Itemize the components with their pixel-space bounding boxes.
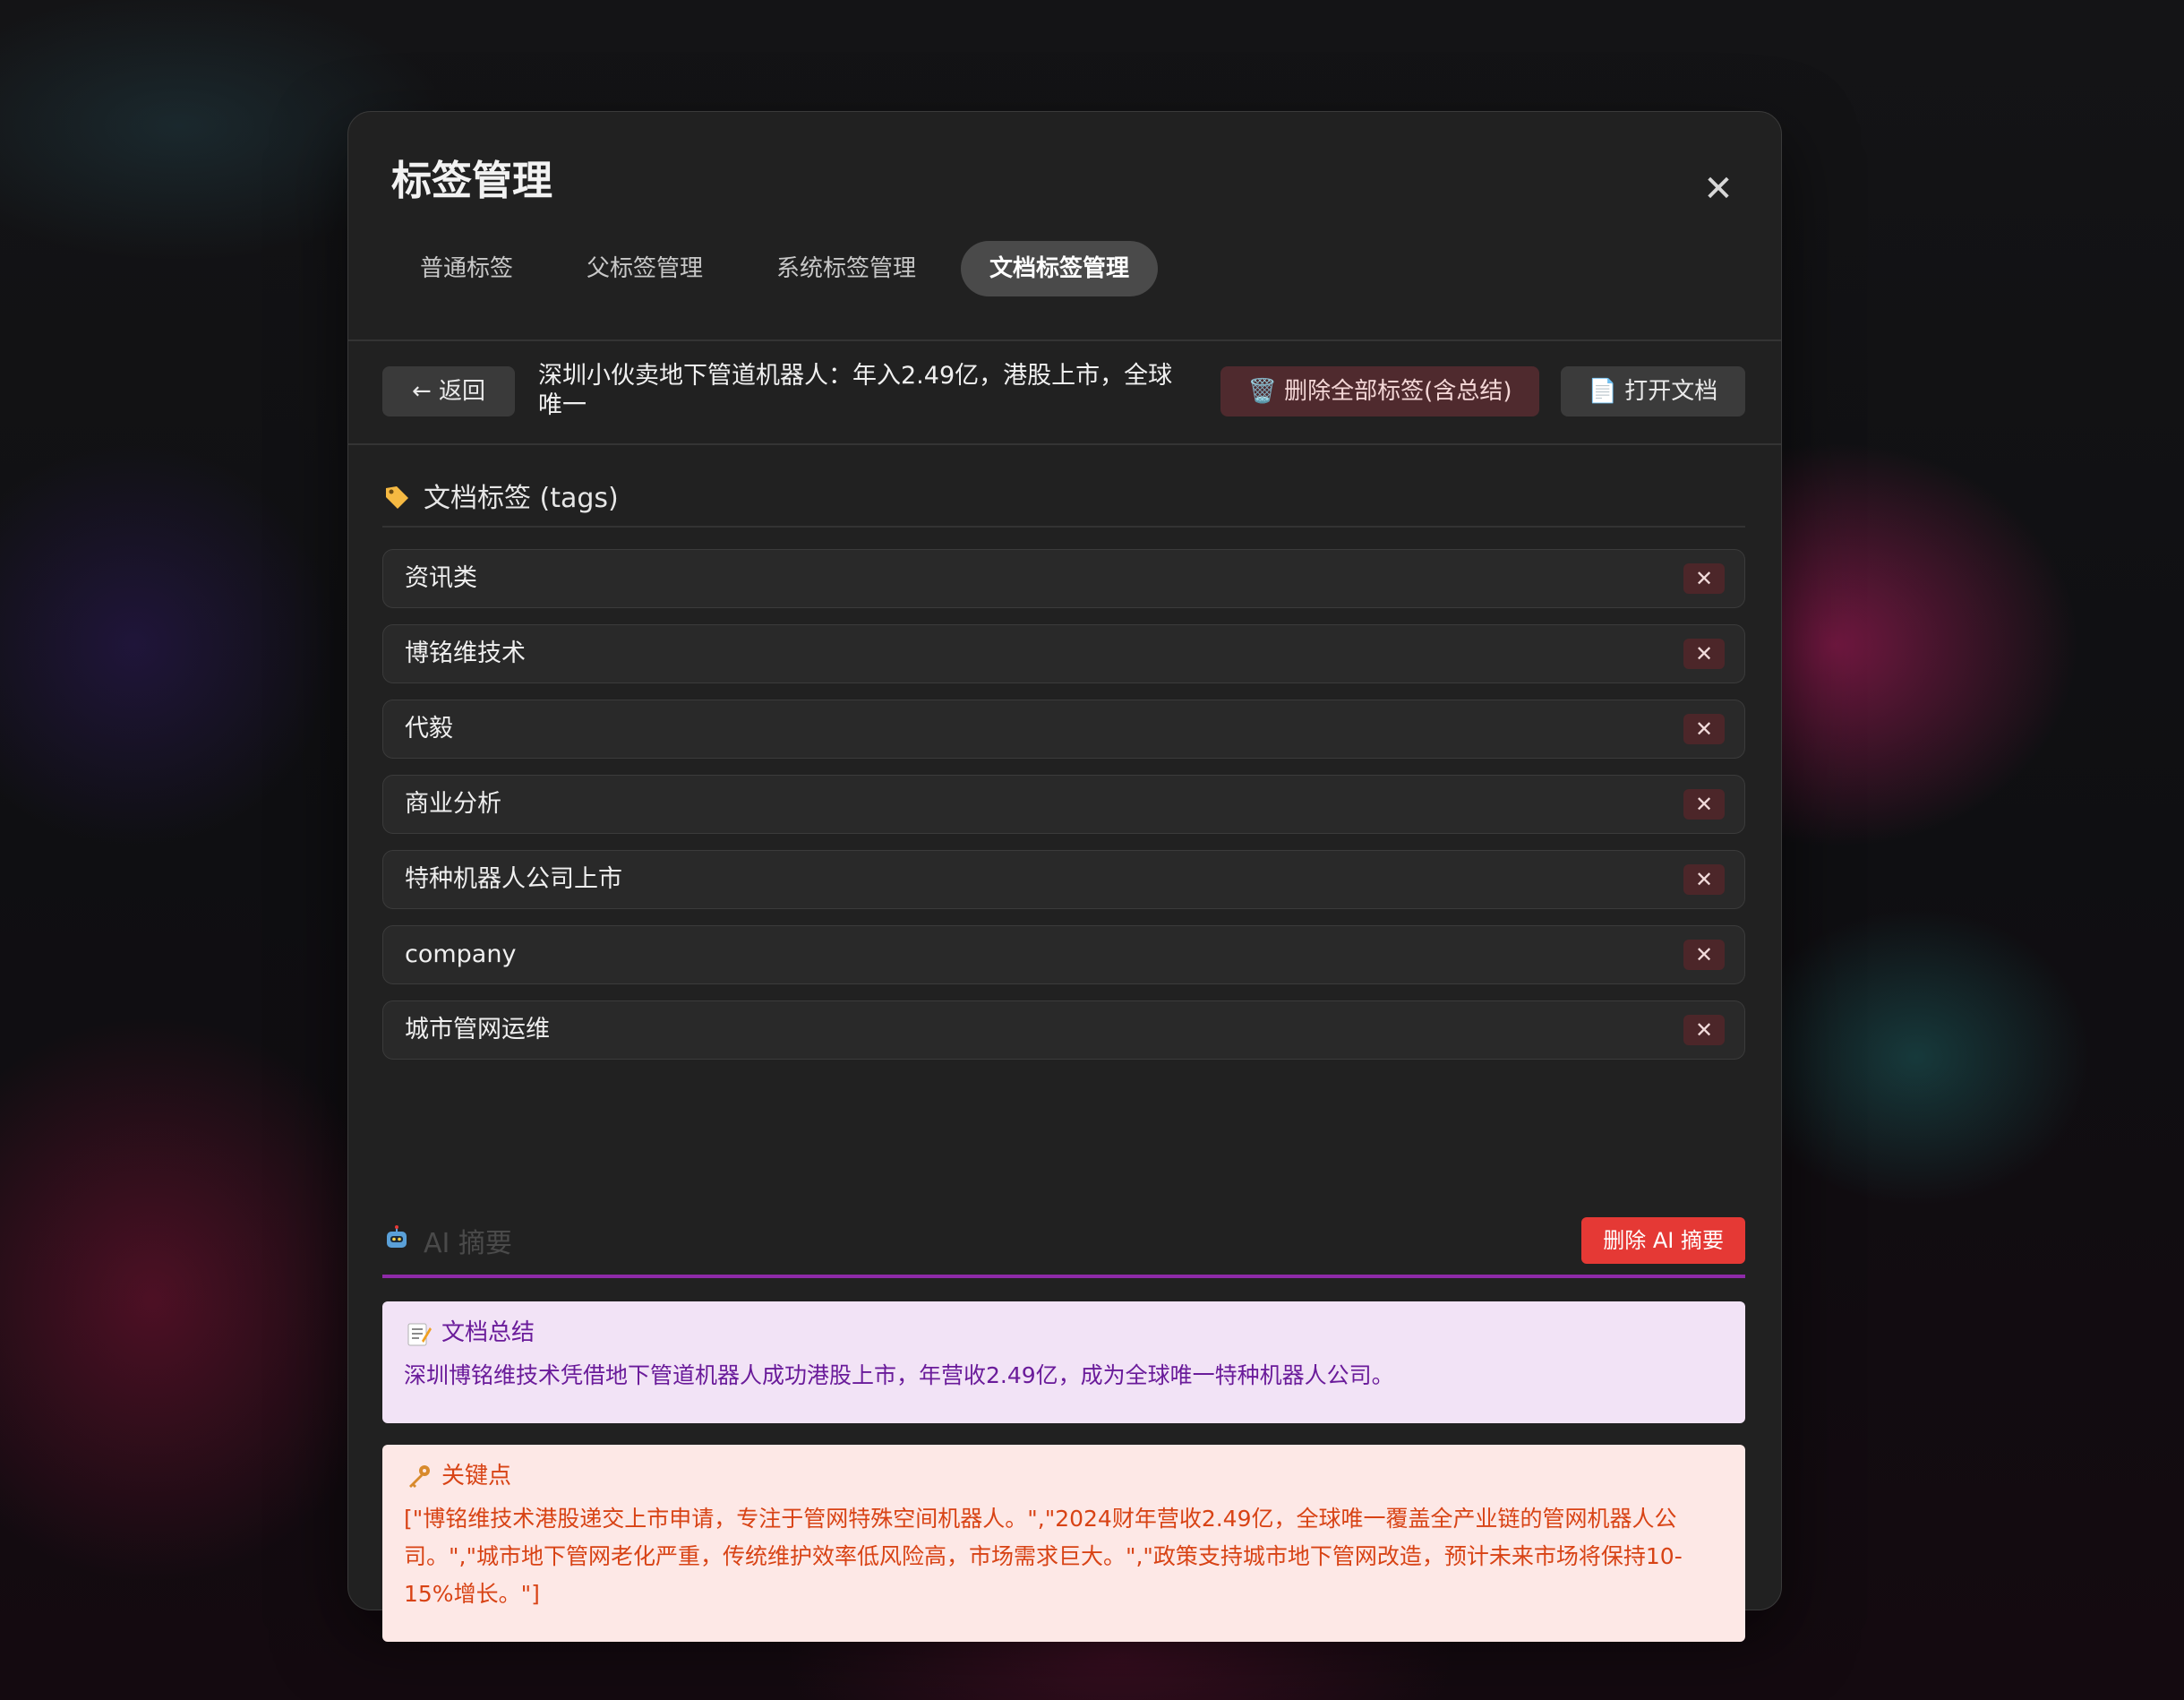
tag-list: 资讯类 ✕ 博铭维技术 ✕ 代毅 ✕ 商业分析 ✕ 特种机器人公司上市 ✕ co… [382, 549, 1745, 1076]
key-points-card: 关键点 ["博铭维技术港股递交上市申请，专注于管网特殊空间机器人。","2024… [382, 1445, 1745, 1642]
tag-management-modal: 标签管理 ✕ 普通标签 父标签管理 系统标签管理 文档标签管理 ← 返回 深圳小… [347, 111, 1782, 1642]
tag-item: company ✕ [382, 925, 1745, 984]
delete-all-tags-button[interactable]: 🗑️ 删除全部标签(含总结) [1220, 366, 1539, 416]
tag-item: 商业分析 ✕ [382, 775, 1745, 834]
summary-body: 深圳博铭维技术凭借地下管道机器人成功港股上市，年营收2.49亿，成为全球唯一特种… [404, 1362, 1394, 1388]
key-icon [409, 1464, 430, 1488]
ai-summary-header: AI 摘要 删除 AI 摘要 [382, 1217, 1745, 1266]
tag-item: 城市管网运维 ✕ [382, 1000, 1745, 1060]
summary-title-row: 文档总结 [404, 1318, 1724, 1348]
tag-item: 资讯类 ✕ [382, 549, 1745, 608]
remove-tag-button[interactable]: ✕ [1683, 940, 1725, 970]
tab-bar: 普通标签 父标签管理 系统标签管理 文档标签管理 [391, 241, 1159, 296]
back-button[interactable]: ← 返回 [382, 366, 515, 416]
tags-section-header: 文档标签 (tags) [382, 476, 1745, 520]
tag-item: 代毅 ✕ [382, 700, 1745, 759]
modal-title: 标签管理 [391, 157, 553, 204]
document-summary-card: 文档总结 深圳博铭维技术凭借地下管道机器人成功港股上市，年营收2.49亿，成为全… [382, 1301, 1745, 1423]
summary-title: 文档总结 [441, 1319, 535, 1346]
tag-label: 特种机器人公司上市 [405, 865, 622, 893]
remove-tag-button[interactable]: ✕ [1683, 639, 1725, 669]
tag-item: 特种机器人公司上市 ✕ [382, 850, 1745, 909]
tag-item: 博铭维技术 ✕ [382, 624, 1745, 683]
tab-document-tags[interactable]: 文档标签管理 [961, 241, 1159, 296]
memo-icon [407, 1323, 432, 1345]
close-icon[interactable]: ✕ [1692, 162, 1745, 216]
remove-tag-button[interactable]: ✕ [1683, 864, 1725, 895]
document-title: 深圳小伙卖地下管道机器人：年入2.49亿，港股上市，全球唯一 [538, 362, 1173, 419]
robot-icon [387, 1225, 407, 1248]
header-divider [348, 339, 1781, 341]
ai-summary-divider [382, 1275, 1745, 1278]
document-toolbar: ← 返回 深圳小伙卖地下管道机器人：年入2.49亿，港股上市，全球唯一 🗑️ 删… [382, 362, 1745, 419]
tag-label: 资讯类 [405, 564, 477, 592]
key-points-title: 关键点 [441, 1463, 512, 1490]
tag-label: company [405, 940, 517, 968]
key-points-body: ["博铭维技术港股递交上市申请，专注于管网特殊空间机器人。","2024财年营收… [404, 1506, 1683, 1607]
tab-parent-tags[interactable]: 父标签管理 [558, 241, 732, 296]
tag-label: 城市管网运维 [405, 1016, 550, 1043]
remove-tag-button[interactable]: ✕ [1683, 714, 1725, 744]
tab-normal-tags[interactable]: 普通标签 [391, 241, 542, 296]
open-document-button[interactable]: 📄 打开文档 [1561, 366, 1745, 416]
tag-label: 商业分析 [405, 790, 501, 818]
tab-system-tags[interactable]: 系统标签管理 [748, 241, 945, 296]
ai-summary-heading: AI 摘要 [424, 1228, 512, 1259]
remove-tag-button[interactable]: ✕ [1683, 789, 1725, 820]
key-points-title-row: 关键点 [404, 1461, 1724, 1491]
tag-label: 博铭维技术 [405, 640, 526, 667]
delete-ai-summary-button[interactable]: 删除 AI 摘要 [1581, 1217, 1745, 1264]
tags-section-divider [382, 526, 1745, 528]
remove-tag-button[interactable]: ✕ [1683, 563, 1725, 594]
tag-icon [386, 486, 408, 509]
remove-tag-button[interactable]: ✕ [1683, 1015, 1725, 1045]
tags-section-heading: 文档标签 (tags) [424, 483, 619, 514]
toolbar-divider [348, 443, 1781, 445]
tag-label: 代毅 [405, 715, 453, 743]
